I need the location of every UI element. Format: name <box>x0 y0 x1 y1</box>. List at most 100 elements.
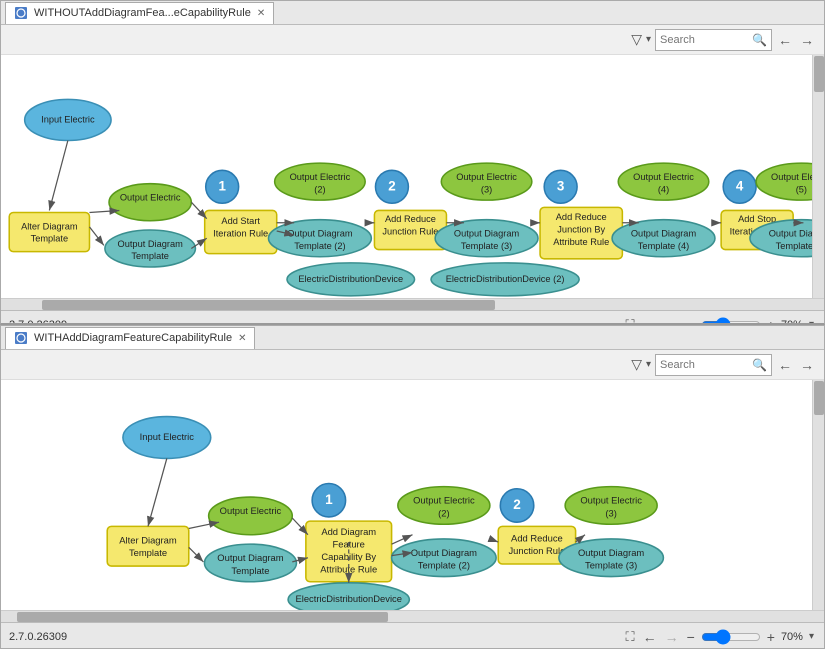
top-diagram-svg: Input Electric Alter Diagram Template Ou… <box>1 55 824 298</box>
svg-text:3: 3 <box>557 178 564 193</box>
top-status-right: ⛶ ← → − + 70% ▾ <box>623 317 816 326</box>
top-forward-btn[interactable]: → <box>663 317 681 326</box>
svg-text:Output Electric: Output Electric <box>633 172 694 182</box>
top-zoom-in-btn[interactable]: + <box>765 317 777 326</box>
svg-text:Output Diagram: Output Diagram <box>411 547 477 558</box>
bottom-filter-icon: ▽ <box>631 356 642 373</box>
bottom-zoom-in-btn[interactable]: + <box>765 629 777 645</box>
svg-text:Iteration Rule: Iteration Rule <box>213 229 268 239</box>
bottom-diagram-icon <box>14 331 28 345</box>
svg-text:Junction Rule: Junction Rule <box>508 545 565 556</box>
svg-text:2: 2 <box>388 178 395 193</box>
top-search-box: 🔍 <box>655 29 772 51</box>
top-scrollbar-h[interactable] <box>1 298 824 310</box>
top-zoom-out-btn[interactable]: − <box>685 317 697 326</box>
svg-text:Add Start: Add Start <box>221 216 260 226</box>
bottom-status-bar: 2.7.0.26309 ⛶ ← → − + 70% ▾ <box>1 622 824 649</box>
top-scrollbar-v[interactable] <box>812 55 824 298</box>
top-nav-forward[interactable]: → <box>798 32 816 48</box>
svg-text:(2): (2) <box>314 184 325 194</box>
svg-text:Template (2): Template (2) <box>294 241 345 251</box>
top-status-bar: 2.7.0.26309 ⛶ ← → − + 70% ▾ <box>1 310 824 325</box>
bottom-toolbar: ▽ ▾ 🔍 ← → <box>1 350 824 380</box>
svg-text:Output Diagram: Output Diagram <box>287 229 353 239</box>
bottom-tab-close[interactable]: ✕ <box>238 333 246 344</box>
bottom-filter-dropdown[interactable]: ▾ <box>646 359 651 370</box>
svg-text:Template (3): Template (3) <box>461 241 512 251</box>
top-nav-back[interactable]: ← <box>776 32 794 48</box>
filter-dropdown-icon[interactable]: ▾ <box>646 34 651 45</box>
svg-text:(5): (5) <box>796 184 807 194</box>
svg-text:(4): (4) <box>658 184 669 194</box>
top-panel: WITHOUTAddDiagramFea...eCapabilityRule ✕… <box>0 0 825 325</box>
top-tab[interactable]: WITHOUTAddDiagramFea...eCapabilityRule ✕ <box>5 2 274 24</box>
bottom-version: 2.7.0.26309 <box>9 631 67 643</box>
svg-text:Output Diagram: Output Diagram <box>118 239 184 249</box>
svg-text:Add Reduce: Add Reduce <box>385 214 436 224</box>
top-fit-btn[interactable]: ⛶ <box>623 317 636 326</box>
svg-text:Input Electric: Input Electric <box>140 431 195 442</box>
bottom-status-right: ⛶ ← → − + 70% ▾ <box>623 629 816 645</box>
svg-text:(2): (2) <box>438 507 449 518</box>
bottom-fit-btn[interactable]: ⛶ <box>623 629 636 645</box>
bottom-zoom-slider[interactable] <box>701 629 761 645</box>
diagram-icon <box>14 6 28 20</box>
bottom-nav-back[interactable]: ← <box>776 357 794 373</box>
svg-text:ElectricDistributionDevice: ElectricDistributionDevice <box>295 593 401 604</box>
svg-text:Junction By: Junction By <box>557 224 605 234</box>
bottom-tab[interactable]: WITHAddDiagramFeatureCapabilityRule ✕ <box>5 327 255 349</box>
bottom-scrollbar-h[interactable] <box>1 610 824 622</box>
svg-text:Add Reduce: Add Reduce <box>556 212 607 222</box>
svg-text:Attribute Rule: Attribute Rule <box>553 237 609 247</box>
bottom-search-input[interactable] <box>660 359 750 371</box>
bottom-tab-label: WITHAddDiagramFeatureCapabilityRule <box>34 332 232 344</box>
top-back-btn[interactable]: ← <box>641 317 659 326</box>
svg-text:Output Electric: Output Electric <box>413 495 475 506</box>
svg-text:Output Electric: Output Electric <box>120 193 181 203</box>
top-zoom-slider[interactable] <box>701 317 761 326</box>
top-tab-bar: WITHOUTAddDiagramFea...eCapabilityRule ✕ <box>1 1 824 25</box>
top-tab-close[interactable]: ✕ <box>257 8 265 19</box>
svg-text:Alter Diagram: Alter Diagram <box>119 534 177 545</box>
filter-icon: ▽ <box>631 31 642 48</box>
bottom-search-icon: 🔍 <box>752 358 767 372</box>
svg-text:(3): (3) <box>605 507 616 518</box>
svg-text:Template: Template <box>131 251 169 261</box>
svg-text:ElectricDistributionDevice (2): ElectricDistributionDevice (2) <box>446 274 565 284</box>
svg-text:Template: Template <box>31 234 69 244</box>
bottom-nav-forward[interactable]: → <box>798 357 816 373</box>
svg-text:ElectricDistributionDevice: ElectricDistributionDevice <box>298 274 403 284</box>
svg-text:Output Diagram: Output Diagram <box>631 229 697 239</box>
top-search-icon: 🔍 <box>752 33 767 47</box>
svg-text:Template (3): Template (3) <box>585 560 637 571</box>
bottom-zoom-dropdown[interactable]: ▾ <box>807 631 816 642</box>
bottom-scrollbar-v[interactable] <box>812 380 824 610</box>
svg-text:Alter Diagram: Alter Diagram <box>21 221 78 231</box>
svg-text:Output Electric: Output Electric <box>290 172 351 182</box>
svg-text:Template (4): Template (4) <box>638 241 689 251</box>
top-tab-label: WITHOUTAddDiagramFea...eCapabilityRule <box>34 7 251 19</box>
svg-text:Input Electric: Input Electric <box>41 114 95 124</box>
svg-text:Junction Rule: Junction Rule <box>382 226 438 236</box>
bottom-forward-btn[interactable]: → <box>663 629 681 645</box>
svg-text:Output Electric: Output Electric <box>580 495 642 506</box>
svg-text:Template (2): Template (2) <box>418 560 470 571</box>
bottom-search-box: 🔍 <box>655 354 772 376</box>
svg-text:1: 1 <box>218 178 226 193</box>
bottom-back-btn[interactable]: ← <box>641 629 659 645</box>
top-diagram-area: Input Electric Alter Diagram Template Ou… <box>1 55 824 298</box>
svg-text:Output Electric: Output Electric <box>456 172 517 182</box>
svg-text:Output Diagram: Output Diagram <box>578 547 644 558</box>
bottom-tab-bar: WITHAddDiagramFeatureCapabilityRule ✕ <box>1 326 824 350</box>
svg-text:Output Diagram: Output Diagram <box>217 552 283 563</box>
top-toolbar: ▽ ▾ 🔍 ← → <box>1 25 824 55</box>
svg-text:Template: Template <box>231 565 269 576</box>
svg-text:1: 1 <box>325 492 333 507</box>
top-search-input[interactable] <box>660 34 750 46</box>
svg-text:4: 4 <box>736 178 744 193</box>
bottom-panel: WITHAddDiagramFeatureCapabilityRule ✕ ▽ … <box>0 325 825 649</box>
bottom-zoom-level: 70% <box>781 631 803 643</box>
svg-text:Output Diagram: Output Diagram <box>454 229 520 239</box>
bottom-diagram-area: Input Electric Alter Diagram Template Ou… <box>1 380 824 610</box>
bottom-zoom-out-btn[interactable]: − <box>685 629 697 645</box>
